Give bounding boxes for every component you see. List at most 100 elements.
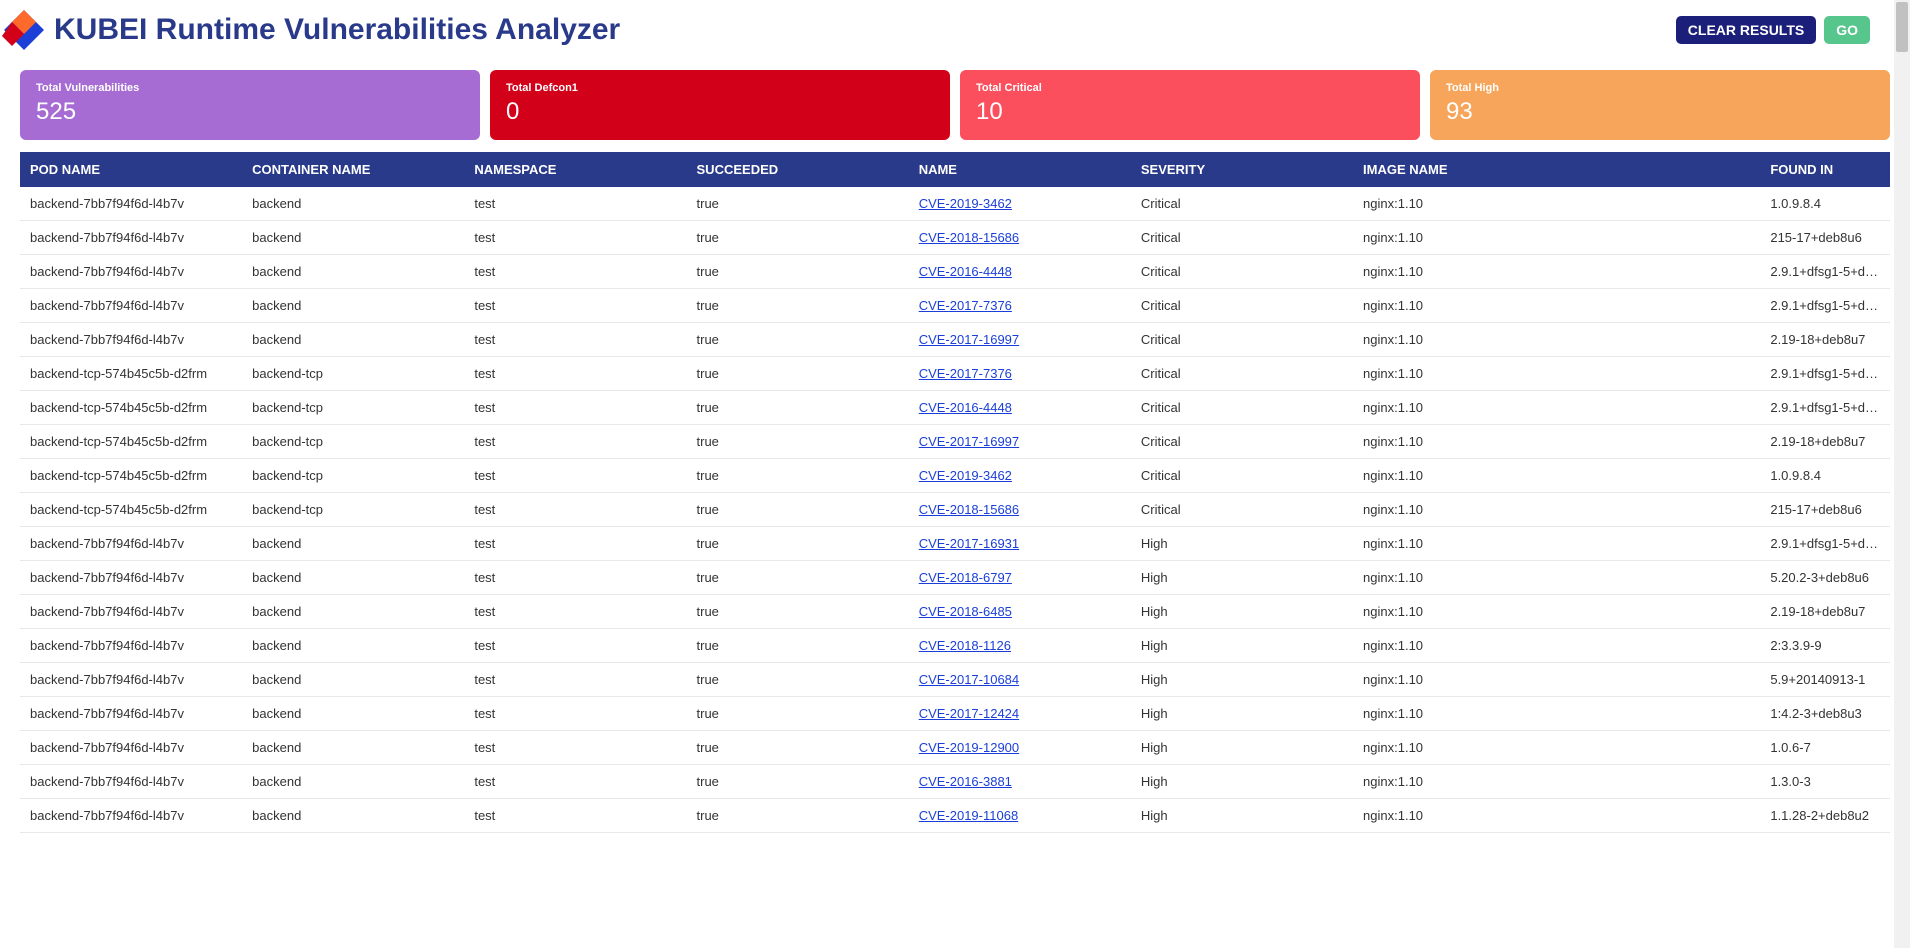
go-button[interactable]: GO [1824, 16, 1870, 44]
column-header[interactable]: IMAGE NAME [1353, 152, 1760, 187]
scrollbar-thumb[interactable] [1896, 2, 1908, 52]
cell-container: backend-tcp [242, 357, 464, 391]
cell-image: nginx:1.10 [1353, 255, 1760, 289]
cell-ns: test [464, 289, 686, 323]
kubei-logo-icon [2, 8, 46, 52]
cell-succ: true [687, 289, 909, 323]
cell-pod: backend-tcp-574b45c5b-d2frm [20, 391, 242, 425]
cell-pod: backend-7bb7f94f6d-l4b7v [20, 187, 242, 221]
cve-link[interactable]: CVE-2017-10684 [919, 672, 1019, 687]
column-header[interactable]: CONTAINER NAME [242, 152, 464, 187]
stat-card: Total Defcon10 [490, 70, 950, 140]
scrollbar-track[interactable] [1894, 0, 1910, 948]
cell-container: backend [242, 595, 464, 629]
cell-sev: High [1131, 697, 1353, 731]
column-header[interactable]: POD NAME [20, 152, 242, 187]
cell-found: 1.0.9.8.4 [1760, 459, 1890, 493]
cell-ns: test [464, 731, 686, 765]
cell-ns: test [464, 255, 686, 289]
cell-container: backend [242, 799, 464, 833]
cell-ns: test [464, 697, 686, 731]
results-table: POD NAMECONTAINER NAMENAMESPACESUCCEEDED… [20, 152, 1890, 833]
cell-found: 5.9+20140913-1 [1760, 663, 1890, 697]
cell-container: backend [242, 765, 464, 799]
cve-link[interactable]: CVE-2018-6485 [919, 604, 1012, 619]
cell-pod: backend-7bb7f94f6d-l4b7v [20, 255, 242, 289]
table-row: backend-tcp-574b45c5b-d2frmbackend-tcpte… [20, 493, 1890, 527]
cell-image: nginx:1.10 [1353, 527, 1760, 561]
cell-name: CVE-2017-7376 [909, 357, 1131, 391]
cell-pod: backend-7bb7f94f6d-l4b7v [20, 799, 242, 833]
cell-sev: Critical [1131, 493, 1353, 527]
cell-image: nginx:1.10 [1353, 799, 1760, 833]
cve-link[interactable]: CVE-2018-6797 [919, 570, 1012, 585]
cve-link[interactable]: CVE-2019-12900 [919, 740, 1019, 755]
cell-ns: test [464, 663, 686, 697]
cell-found: 5.20.2-3+deb8u6 [1760, 561, 1890, 595]
cve-link[interactable]: CVE-2017-12424 [919, 706, 1019, 721]
cell-sev: Critical [1131, 255, 1353, 289]
cell-sev: Critical [1131, 289, 1353, 323]
table-row: backend-tcp-574b45c5b-d2frmbackend-tcpte… [20, 459, 1890, 493]
column-header[interactable]: NAMESPACE [464, 152, 686, 187]
cell-found: 1:4.2-3+deb8u3 [1760, 697, 1890, 731]
cell-succ: true [687, 799, 909, 833]
cell-name: CVE-2019-3462 [909, 187, 1131, 221]
cell-succ: true [687, 765, 909, 799]
cve-link[interactable]: CVE-2017-7376 [919, 366, 1012, 381]
cell-succ: true [687, 663, 909, 697]
cell-container: backend [242, 187, 464, 221]
cell-name: CVE-2017-16997 [909, 425, 1131, 459]
cell-ns: test [464, 629, 686, 663]
cell-succ: true [687, 561, 909, 595]
stat-card: Total Critical10 [960, 70, 1420, 140]
cve-link[interactable]: CVE-2017-16997 [919, 434, 1019, 449]
column-header[interactable]: SUCCEEDED [687, 152, 909, 187]
cell-name: CVE-2017-10684 [909, 663, 1131, 697]
cell-ns: test [464, 595, 686, 629]
clear-results-button[interactable]: CLEAR RESULTS [1676, 16, 1816, 44]
cell-container: backend [242, 527, 464, 561]
column-header[interactable]: FOUND IN [1760, 152, 1890, 187]
cell-found: 215-17+deb8u6 [1760, 221, 1890, 255]
table-row: backend-7bb7f94f6d-l4b7vbackendtesttrueC… [20, 595, 1890, 629]
cell-container: backend [242, 629, 464, 663]
table-row: backend-7bb7f94f6d-l4b7vbackendtesttrueC… [20, 221, 1890, 255]
cve-link[interactable]: CVE-2019-3462 [919, 196, 1012, 211]
cve-link[interactable]: CVE-2018-15686 [919, 230, 1019, 245]
cve-link[interactable]: CVE-2019-3462 [919, 468, 1012, 483]
cell-image: nginx:1.10 [1353, 357, 1760, 391]
stat-value: 93 [1446, 98, 1874, 126]
cell-succ: true [687, 595, 909, 629]
cell-image: nginx:1.10 [1353, 221, 1760, 255]
cve-link[interactable]: CVE-2019-11068 [919, 808, 1019, 823]
column-header[interactable]: NAME [909, 152, 1131, 187]
cell-sev: High [1131, 663, 1353, 697]
cve-link[interactable]: CVE-2017-16997 [919, 332, 1019, 347]
cell-image: nginx:1.10 [1353, 425, 1760, 459]
cve-link[interactable]: CVE-2018-15686 [919, 502, 1019, 517]
stat-label: Total Vulnerabilities [36, 82, 464, 94]
cve-link[interactable]: CVE-2018-1126 [919, 638, 1011, 653]
cell-succ: true [687, 323, 909, 357]
column-header[interactable]: SEVERITY [1131, 152, 1353, 187]
table-row: backend-7bb7f94f6d-l4b7vbackendtesttrueC… [20, 799, 1890, 833]
table-row: backend-7bb7f94f6d-l4b7vbackendtesttrueC… [20, 289, 1890, 323]
cell-succ: true [687, 527, 909, 561]
table-row: backend-7bb7f94f6d-l4b7vbackendtesttrueC… [20, 629, 1890, 663]
cve-link[interactable]: CVE-2017-16931 [919, 536, 1019, 551]
cve-link[interactable]: CVE-2016-4448 [919, 400, 1012, 415]
cell-container: backend-tcp [242, 493, 464, 527]
cve-link[interactable]: CVE-2016-4448 [919, 264, 1012, 279]
header-left: KUBEI Runtime Vulnerabilities Analyzer [2, 8, 620, 52]
cve-link[interactable]: CVE-2017-7376 [919, 298, 1012, 313]
stat-card: Total High93 [1430, 70, 1890, 140]
cell-found: 2.9.1+dfsg1-5+deb8u4 [1760, 289, 1890, 323]
cell-pod: backend-7bb7f94f6d-l4b7v [20, 289, 242, 323]
table-row: backend-7bb7f94f6d-l4b7vbackendtesttrueC… [20, 323, 1890, 357]
cell-sev: Critical [1131, 323, 1353, 357]
cell-pod: backend-7bb7f94f6d-l4b7v [20, 663, 242, 697]
cell-image: nginx:1.10 [1353, 629, 1760, 663]
cve-link[interactable]: CVE-2016-3881 [919, 774, 1012, 789]
header: KUBEI Runtime Vulnerabilities Analyzer C… [0, 0, 1910, 60]
